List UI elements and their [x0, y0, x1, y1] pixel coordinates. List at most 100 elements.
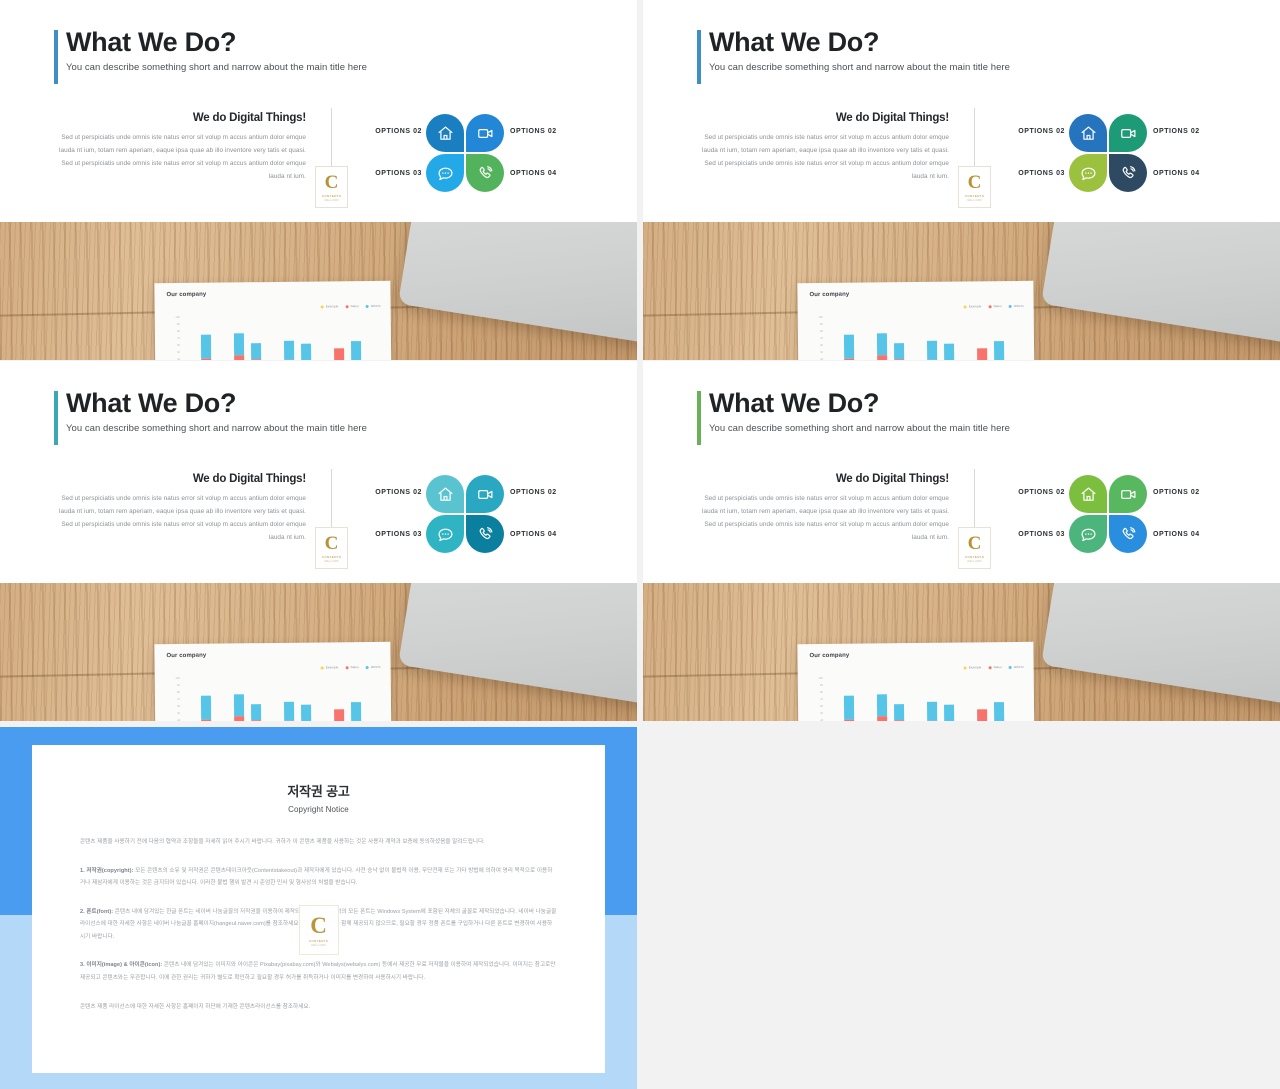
brand-domain: MALL.COM — [967, 199, 982, 202]
bar-segment — [351, 701, 362, 721]
option-label-4: OPTIONS 04 — [510, 170, 557, 177]
tag-string — [974, 469, 975, 531]
copyright-item-3-label: 3. 이미지(image) & 아이콘(icon): — [80, 962, 163, 969]
bar-segment — [334, 709, 345, 721]
legend-swatch — [320, 304, 324, 308]
y-tick-label: 100 — [175, 676, 180, 681]
page-subtitle: You can describe something short and nar… — [66, 423, 367, 435]
petal-video[interactable] — [466, 475, 504, 513]
title-accent-bar — [54, 391, 58, 445]
hanging-tag: C CONTENTS MALL.COM — [310, 469, 354, 569]
chart-y-axis: 1009080706050403020100 — [810, 677, 824, 721]
slide-panel-4[interactable]: What We Do? You can describe something s… — [643, 361, 1280, 721]
tag-string — [974, 108, 975, 170]
y-tick-label: 60 — [820, 343, 824, 347]
bar-segment — [284, 720, 295, 721]
chart-bar — [944, 704, 955, 721]
bar-segment — [334, 348, 345, 360]
bar-segment — [200, 358, 212, 360]
petal-home[interactable] — [426, 114, 464, 152]
slide-panel-1[interactable]: What We Do? You can describe something s… — [0, 0, 637, 360]
options-group: OPTIONS 02 OPTIONS 03 OPTIONS 02 OPTIONS… — [358, 467, 637, 572]
bar-segment — [977, 709, 988, 721]
petal-phone[interactable] — [466, 515, 504, 553]
body-paragraph: Sed ut perspiciatis unde omnis iste natu… — [702, 495, 949, 542]
page-subtitle: You can describe something short and nar… — [709, 423, 1010, 435]
home-icon — [437, 125, 454, 142]
petal-video[interactable] — [466, 114, 504, 152]
title-block: What We Do? You can describe something s… — [54, 388, 367, 445]
chat-bubble-icon — [437, 165, 454, 182]
copyright-panel[interactable]: 저작권 공고 Copyright Notice 콘텐츠 제품을 사용하기 전에 … — [0, 727, 637, 1089]
chart-bar — [843, 335, 855, 360]
legend-item: Others — [365, 665, 381, 669]
chart-title: Our company — [166, 652, 207, 660]
petal-phone[interactable] — [1109, 515, 1147, 553]
option-label-3: OPTIONS 03 — [1018, 531, 1065, 538]
body-paragraph: Sed ut perspiciatis unde omnis iste natu… — [702, 134, 949, 181]
petal-phone[interactable] — [1109, 154, 1147, 192]
petal-video[interactable] — [1109, 475, 1147, 513]
printed-chart-paper: Our company Example Sales Others 100 90 80 70… — [797, 641, 1035, 721]
chart-bar — [301, 343, 312, 360]
legend-label: Example — [325, 304, 339, 309]
page-subtitle: You can describe something short and nar… — [709, 62, 1010, 74]
title-accent-bar — [54, 30, 58, 84]
video-camera-icon — [1120, 486, 1137, 503]
brand-name: CONTENTS — [321, 194, 342, 198]
bar-segment — [200, 335, 211, 359]
petal-chat[interactable] — [1069, 515, 1107, 553]
bar-segment — [994, 340, 1005, 360]
petal-chat[interactable] — [426, 515, 464, 553]
slide-panel-2[interactable]: What We Do? You can describe something s… — [643, 0, 1280, 360]
petal-video[interactable] — [1109, 114, 1147, 152]
petal-home[interactable] — [426, 475, 464, 513]
tag-string — [331, 108, 332, 170]
chat-bubble-icon — [1080, 526, 1097, 543]
option-label-2: OPTIONS 02 — [1153, 489, 1200, 496]
title-block: What We Do? You can describe something s… — [54, 27, 367, 84]
slide-content-1: What We Do? You can describe something s… — [6, 6, 631, 216]
chart-bar — [927, 340, 938, 360]
bar-segment — [250, 704, 262, 721]
lead-heading: We do Digital Things! — [835, 473, 949, 485]
bar-segment — [843, 719, 855, 721]
bar-segment — [301, 704, 312, 721]
chart-plot-area — [180, 314, 382, 360]
phone-ring-icon — [477, 526, 494, 543]
chart-bar — [234, 333, 245, 360]
photo-strip: Our company Example Sales Others 100 90 80 70… — [0, 222, 637, 360]
y-tick-label: 90 — [819, 683, 823, 687]
legend-item: Example — [963, 304, 982, 309]
lead-heading: We do Digital Things! — [192, 473, 306, 485]
petal-chat[interactable] — [1069, 154, 1107, 192]
bar-segment — [927, 340, 938, 360]
petal-phone[interactable] — [466, 154, 504, 192]
chart-bar — [994, 701, 1005, 721]
y-tick-label: 70 — [820, 697, 823, 701]
text-column: We do Digital Things! Sed ut perspiciati… — [691, 473, 949, 545]
y-tick-label: 70 — [820, 336, 823, 340]
y-tick-label: 70 — [177, 336, 180, 340]
petal-chat[interactable] — [426, 154, 464, 192]
options-group: OPTIONS 02 OPTIONS 03 OPTIONS 02 OPTIONS… — [1001, 106, 1280, 211]
chart-bar — [301, 704, 312, 721]
bar-segment — [894, 359, 905, 360]
chart-bar — [334, 709, 345, 721]
chart-bar — [977, 348, 988, 360]
y-tick-label: 70 — [177, 697, 180, 701]
brand-name: CONTENTS — [321, 555, 342, 559]
page-title: What We Do? — [66, 388, 237, 418]
legend-label: Example — [968, 304, 982, 309]
y-tick-label: 40 — [177, 718, 181, 721]
slide-panel-3[interactable]: What We Do? You can describe something s… — [0, 361, 637, 721]
petal-home[interactable] — [1069, 475, 1107, 513]
bar-segment — [877, 333, 888, 356]
petal-home[interactable] — [1069, 114, 1107, 152]
y-tick-label: 50 — [177, 711, 181, 715]
legend-swatch — [1008, 304, 1012, 308]
chart-bar — [200, 696, 212, 721]
chart-bar — [250, 704, 262, 721]
bar-segment — [251, 359, 262, 360]
y-tick-label: 90 — [176, 322, 180, 326]
